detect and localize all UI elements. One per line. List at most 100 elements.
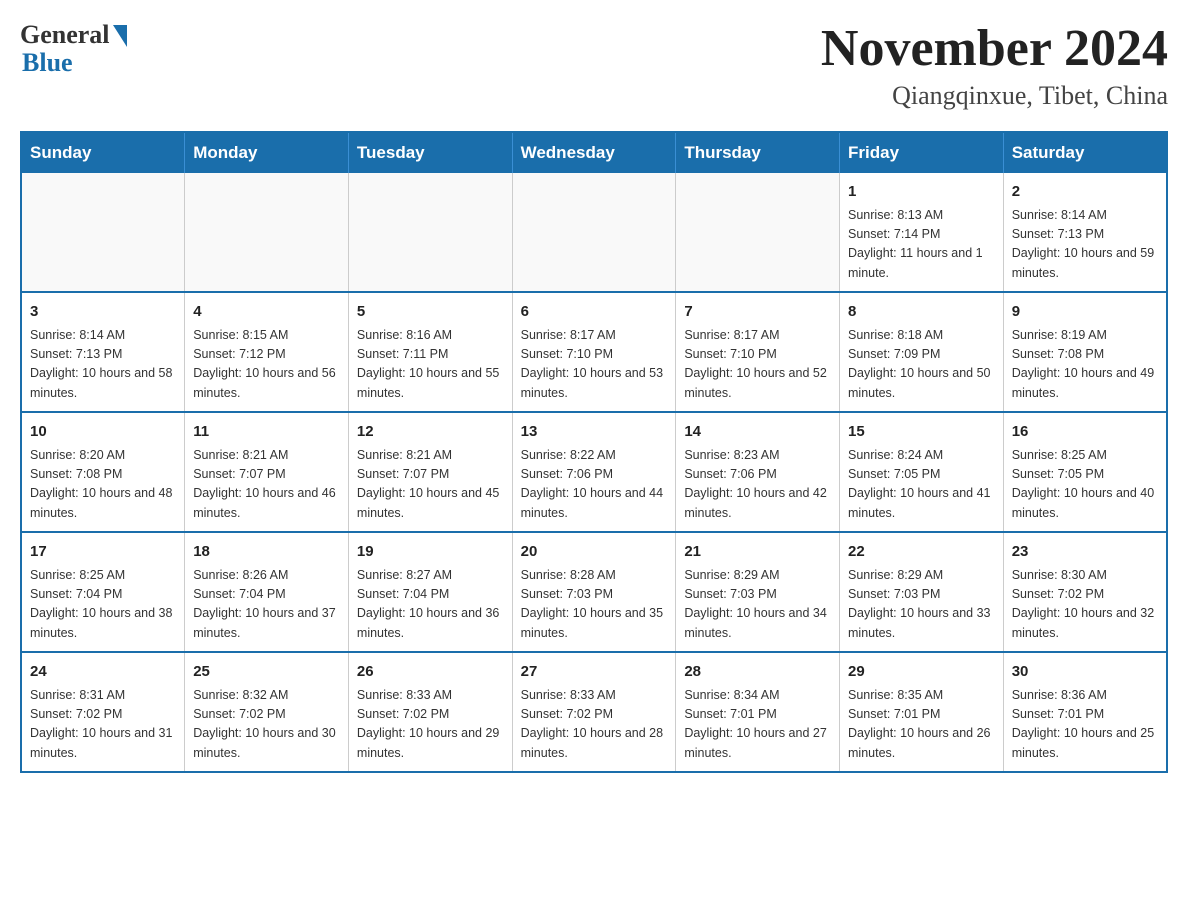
calendar-cell [676,173,840,292]
day-number: 20 [521,541,668,564]
day-info: Sunrise: 8:21 AM Sunset: 7:07 PM Dayligh… [193,446,340,524]
calendar-cell: 11Sunrise: 8:21 AM Sunset: 7:07 PM Dayli… [185,412,349,532]
calendar-cell: 3Sunrise: 8:14 AM Sunset: 7:13 PM Daylig… [21,292,185,412]
calendar-week-3: 10Sunrise: 8:20 AM Sunset: 7:08 PM Dayli… [21,412,1167,532]
day-info: Sunrise: 8:33 AM Sunset: 7:02 PM Dayligh… [521,686,668,764]
day-info: Sunrise: 8:25 AM Sunset: 7:04 PM Dayligh… [30,566,176,644]
day-info: Sunrise: 8:35 AM Sunset: 7:01 PM Dayligh… [848,686,995,764]
day-number: 17 [30,541,176,564]
calendar-week-4: 17Sunrise: 8:25 AM Sunset: 7:04 PM Dayli… [21,532,1167,652]
calendar-cell [348,173,512,292]
day-info: Sunrise: 8:19 AM Sunset: 7:08 PM Dayligh… [1012,326,1158,404]
day-number: 26 [357,661,504,684]
day-number: 1 [848,181,995,204]
calendar-cell: 13Sunrise: 8:22 AM Sunset: 7:06 PM Dayli… [512,412,676,532]
day-info: Sunrise: 8:18 AM Sunset: 7:09 PM Dayligh… [848,326,995,404]
day-number: 8 [848,301,995,324]
calendar-week-1: 1Sunrise: 8:13 AM Sunset: 7:14 PM Daylig… [21,173,1167,292]
day-info: Sunrise: 8:17 AM Sunset: 7:10 PM Dayligh… [521,326,668,404]
weekday-header-saturday: Saturday [1003,132,1167,173]
day-info: Sunrise: 8:17 AM Sunset: 7:10 PM Dayligh… [684,326,831,404]
day-info: Sunrise: 8:29 AM Sunset: 7:03 PM Dayligh… [684,566,831,644]
day-info: Sunrise: 8:27 AM Sunset: 7:04 PM Dayligh… [357,566,504,644]
day-info: Sunrise: 8:22 AM Sunset: 7:06 PM Dayligh… [521,446,668,524]
day-info: Sunrise: 8:34 AM Sunset: 7:01 PM Dayligh… [684,686,831,764]
day-number: 6 [521,301,668,324]
day-number: 16 [1012,421,1158,444]
calendar-cell: 9Sunrise: 8:19 AM Sunset: 7:08 PM Daylig… [1003,292,1167,412]
calendar-table: SundayMondayTuesdayWednesdayThursdayFrid… [20,131,1168,773]
calendar-cell: 30Sunrise: 8:36 AM Sunset: 7:01 PM Dayli… [1003,652,1167,772]
calendar-cell: 25Sunrise: 8:32 AM Sunset: 7:02 PM Dayli… [185,652,349,772]
calendar-cell: 5Sunrise: 8:16 AM Sunset: 7:11 PM Daylig… [348,292,512,412]
weekday-header-wednesday: Wednesday [512,132,676,173]
calendar-cell: 16Sunrise: 8:25 AM Sunset: 7:05 PM Dayli… [1003,412,1167,532]
calendar-cell: 8Sunrise: 8:18 AM Sunset: 7:09 PM Daylig… [840,292,1004,412]
calendar-cell: 12Sunrise: 8:21 AM Sunset: 7:07 PM Dayli… [348,412,512,532]
day-info: Sunrise: 8:32 AM Sunset: 7:02 PM Dayligh… [193,686,340,764]
weekday-header-monday: Monday [185,132,349,173]
calendar-header-row: SundayMondayTuesdayWednesdayThursdayFrid… [21,132,1167,173]
day-info: Sunrise: 8:16 AM Sunset: 7:11 PM Dayligh… [357,326,504,404]
calendar-cell: 2Sunrise: 8:14 AM Sunset: 7:13 PM Daylig… [1003,173,1167,292]
page-header: General Blue November 2024 Qiangqinxue, … [20,20,1168,111]
logo-arrow-icon [113,25,127,47]
day-number: 24 [30,661,176,684]
calendar-cell: 29Sunrise: 8:35 AM Sunset: 7:01 PM Dayli… [840,652,1004,772]
day-info: Sunrise: 8:15 AM Sunset: 7:12 PM Dayligh… [193,326,340,404]
calendar-cell: 7Sunrise: 8:17 AM Sunset: 7:10 PM Daylig… [676,292,840,412]
day-number: 19 [357,541,504,564]
calendar-cell: 27Sunrise: 8:33 AM Sunset: 7:02 PM Dayli… [512,652,676,772]
day-number: 29 [848,661,995,684]
day-number: 2 [1012,181,1158,204]
weekday-header-friday: Friday [840,132,1004,173]
weekday-header-tuesday: Tuesday [348,132,512,173]
day-number: 30 [1012,661,1158,684]
weekday-header-thursday: Thursday [676,132,840,173]
location-title: Qiangqinxue, Tibet, China [821,81,1168,111]
calendar-week-2: 3Sunrise: 8:14 AM Sunset: 7:13 PM Daylig… [21,292,1167,412]
day-number: 13 [521,421,668,444]
day-number: 11 [193,421,340,444]
month-title: November 2024 [821,20,1168,77]
calendar-cell: 1Sunrise: 8:13 AM Sunset: 7:14 PM Daylig… [840,173,1004,292]
day-number: 10 [30,421,176,444]
calendar-cell: 18Sunrise: 8:26 AM Sunset: 7:04 PM Dayli… [185,532,349,652]
day-number: 28 [684,661,831,684]
calendar-week-5: 24Sunrise: 8:31 AM Sunset: 7:02 PM Dayli… [21,652,1167,772]
calendar-cell [185,173,349,292]
logo-general-text: General [20,20,110,50]
day-info: Sunrise: 8:14 AM Sunset: 7:13 PM Dayligh… [1012,206,1158,284]
day-number: 3 [30,301,176,324]
calendar-cell: 15Sunrise: 8:24 AM Sunset: 7:05 PM Dayli… [840,412,1004,532]
day-number: 25 [193,661,340,684]
day-info: Sunrise: 8:36 AM Sunset: 7:01 PM Dayligh… [1012,686,1158,764]
calendar-cell [512,173,676,292]
day-number: 4 [193,301,340,324]
logo-blue-text: Blue [20,48,73,78]
day-number: 23 [1012,541,1158,564]
calendar-cell: 22Sunrise: 8:29 AM Sunset: 7:03 PM Dayli… [840,532,1004,652]
calendar-cell: 14Sunrise: 8:23 AM Sunset: 7:06 PM Dayli… [676,412,840,532]
calendar-cell [21,173,185,292]
day-number: 14 [684,421,831,444]
day-number: 21 [684,541,831,564]
day-info: Sunrise: 8:24 AM Sunset: 7:05 PM Dayligh… [848,446,995,524]
day-info: Sunrise: 8:20 AM Sunset: 7:08 PM Dayligh… [30,446,176,524]
day-number: 15 [848,421,995,444]
day-info: Sunrise: 8:21 AM Sunset: 7:07 PM Dayligh… [357,446,504,524]
calendar-cell: 4Sunrise: 8:15 AM Sunset: 7:12 PM Daylig… [185,292,349,412]
day-info: Sunrise: 8:26 AM Sunset: 7:04 PM Dayligh… [193,566,340,644]
day-number: 22 [848,541,995,564]
title-block: November 2024 Qiangqinxue, Tibet, China [821,20,1168,111]
day-number: 5 [357,301,504,324]
day-number: 18 [193,541,340,564]
calendar-cell: 10Sunrise: 8:20 AM Sunset: 7:08 PM Dayli… [21,412,185,532]
day-info: Sunrise: 8:31 AM Sunset: 7:02 PM Dayligh… [30,686,176,764]
calendar-cell: 26Sunrise: 8:33 AM Sunset: 7:02 PM Dayli… [348,652,512,772]
day-number: 27 [521,661,668,684]
weekday-header-sunday: Sunday [21,132,185,173]
calendar-cell: 28Sunrise: 8:34 AM Sunset: 7:01 PM Dayli… [676,652,840,772]
calendar-cell: 23Sunrise: 8:30 AM Sunset: 7:02 PM Dayli… [1003,532,1167,652]
day-info: Sunrise: 8:29 AM Sunset: 7:03 PM Dayligh… [848,566,995,644]
